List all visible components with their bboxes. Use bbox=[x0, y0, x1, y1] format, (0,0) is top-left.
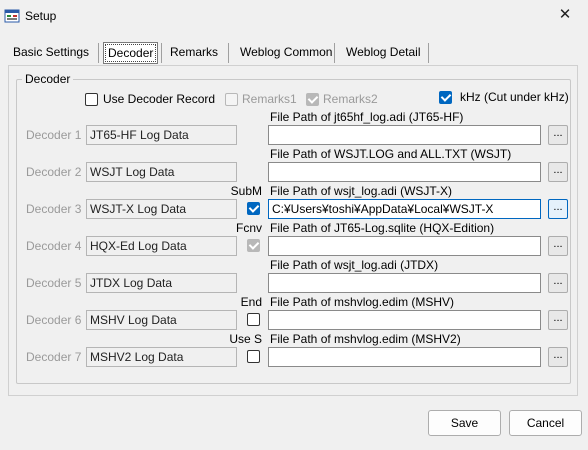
khz-label: kHz (Cut under kHz) bbox=[460, 90, 569, 104]
decoder-2-path-input[interactable] bbox=[268, 162, 541, 182]
tab-separator bbox=[428, 43, 429, 63]
decoder-6-name-field: MSHV Log Data bbox=[86, 310, 237, 330]
save-button[interactable]: Save bbox=[428, 410, 501, 436]
decoder-5-browse-button[interactable]: ... bbox=[548, 273, 568, 293]
remarks1-checkbox[interactable] bbox=[225, 93, 238, 106]
remarks2-label: Remarks2 bbox=[323, 92, 378, 106]
decoder-4-label: Decoder 4 bbox=[26, 239, 82, 253]
decoder-2-name-field: WSJT Log Data bbox=[86, 162, 237, 182]
cancel-button[interactable]: Cancel bbox=[509, 410, 582, 436]
decoder-5-name-field: JTDX Log Data bbox=[86, 273, 237, 293]
decoder-3-side-label: SubM bbox=[230, 184, 262, 198]
decoder-7-name-field: MSHV2 Log Data bbox=[86, 347, 237, 367]
decoder-2-path-caption: File Path of WSJT.LOG and ALL.TXT (WSJT) bbox=[270, 147, 512, 161]
decoder-6-path-input[interactable] bbox=[268, 310, 541, 330]
app-icon bbox=[4, 9, 20, 23]
decoder-7-browse-button[interactable]: ... bbox=[548, 347, 568, 367]
decoder-6-browse-button[interactable]: ... bbox=[548, 310, 568, 330]
decoder-7-side-label: Use S bbox=[229, 332, 262, 346]
decoder-4-name-field: HQX-Ed Log Data bbox=[86, 236, 237, 256]
tab-decoder[interactable]: Decoder bbox=[103, 42, 159, 64]
decoder-1-label: Decoder 1 bbox=[26, 128, 82, 142]
decoder-3-checkbox[interactable] bbox=[247, 202, 260, 215]
decoder-5-label: Decoder 5 bbox=[26, 276, 82, 290]
decoder-3-path-input[interactable]: C:¥Users¥toshi¥AppData¥Local¥WSJT-X bbox=[268, 199, 541, 219]
use-decoder-record-checkbox[interactable] bbox=[85, 93, 98, 106]
decoder-4-browse-button[interactable]: ... bbox=[548, 236, 568, 256]
tab-separator bbox=[161, 43, 162, 63]
decoder-7-label: Decoder 7 bbox=[26, 350, 82, 364]
close-icon: ✕ bbox=[558, 6, 572, 23]
tab-separator bbox=[228, 43, 229, 63]
decoder-2-browse-button[interactable]: ... bbox=[548, 162, 568, 182]
use-decoder-record-label: Use Decoder Record bbox=[103, 92, 216, 106]
decoder-6-label: Decoder 6 bbox=[26, 313, 82, 327]
decoder-7-checkbox[interactable] bbox=[247, 350, 260, 363]
tab-remarks[interactable]: Remarks bbox=[166, 42, 222, 64]
decoder-4-checkbox[interactable] bbox=[247, 239, 260, 252]
decoder-4-path-caption: File Path of JT65-Log.sqlite (HQX-Editio… bbox=[270, 221, 495, 235]
decoder-1-path-caption: File Path of jt65hf_log.adi (JT65-HF) bbox=[270, 110, 464, 124]
tab-weblog-detail[interactable]: Weblog Detail bbox=[342, 42, 424, 64]
close-button[interactable]: ✕ bbox=[542, 0, 588, 30]
decoder-7-path-caption: File Path of mshvlog.edim (MSHV2) bbox=[270, 332, 461, 346]
decoder-1-name-field: JT65-HF Log Data bbox=[86, 125, 237, 145]
decoder-3-browse-button[interactable]: ... bbox=[548, 199, 568, 219]
khz-checkbox[interactable] bbox=[439, 91, 452, 104]
decoder-3-path-caption: File Path of wsjt_log.adi (WSJT-X) bbox=[270, 184, 453, 198]
decoder-6-side-label: End bbox=[240, 295, 262, 309]
decoder-5-path-input[interactable] bbox=[268, 273, 541, 293]
decoder-1-path-input[interactable] bbox=[268, 125, 541, 145]
decoder-2-label: Decoder 2 bbox=[26, 165, 82, 179]
decoder-6-checkbox[interactable] bbox=[247, 313, 260, 326]
decoder-1-browse-button[interactable]: ... bbox=[548, 125, 568, 145]
decoder-7-path-input[interactable] bbox=[268, 347, 541, 367]
tab-separator bbox=[98, 43, 99, 63]
tab-separator bbox=[334, 43, 335, 63]
decoder-group-legend: Decoder bbox=[22, 72, 74, 86]
tab-basic-settings[interactable]: Basic Settings bbox=[9, 42, 93, 64]
decoder-4-path-input[interactable] bbox=[268, 236, 541, 256]
decoder-3-label: Decoder 3 bbox=[26, 202, 82, 216]
remarks2-checkbox[interactable] bbox=[306, 93, 319, 106]
decoder-4-side-label: Fcnv bbox=[235, 221, 262, 235]
decoder-6-path-caption: File Path of mshvlog.edim (MSHV) bbox=[270, 295, 455, 309]
remarks1-label: Remarks1 bbox=[242, 92, 297, 106]
tab-weblog-common[interactable]: Weblog Common bbox=[236, 42, 336, 64]
title-bar: Setup ✕ bbox=[0, 0, 588, 32]
decoder-3-name-field: WSJT-X Log Data bbox=[86, 199, 237, 219]
window-title: Setup bbox=[25, 9, 57, 23]
decoder-5-path-caption: File Path of wsjt_log.adi (JTDX) bbox=[270, 258, 439, 272]
